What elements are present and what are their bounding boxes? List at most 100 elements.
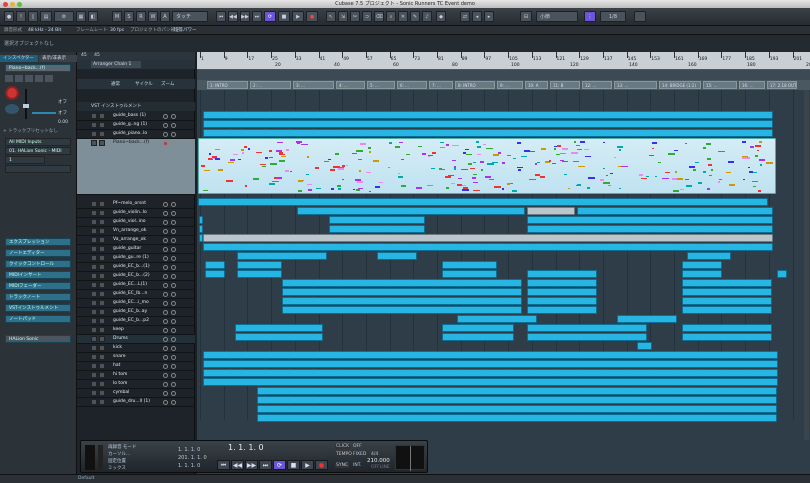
- midi-note[interactable]: [502, 188, 505, 190]
- midi-note[interactable]: [708, 174, 713, 177]
- record-enable-icon[interactable]: [163, 246, 168, 252]
- track-row[interactable]: guide_EC_b...(1): [77, 263, 195, 272]
- event-clip[interactable]: [282, 288, 522, 296]
- midi-note[interactable]: [588, 177, 596, 179]
- midi-note[interactable]: [241, 149, 244, 151]
- monitor-icon[interactable]: [171, 390, 176, 396]
- record-enable-icon[interactable]: [163, 264, 168, 270]
- track-row[interactable]: guide_gu..re (1): [77, 254, 195, 263]
- midi-note[interactable]: [742, 178, 746, 181]
- track-row[interactable]: Piano~back...(f): [77, 139, 195, 195]
- transpose-value[interactable]: オフ: [58, 99, 67, 105]
- track-name[interactable]: keep: [113, 326, 161, 334]
- midi-note[interactable]: [708, 164, 712, 166]
- go-to-start-icon[interactable]: ⏮: [216, 11, 226, 22]
- record-enable-icon[interactable]: [163, 255, 168, 261]
- play-tool-icon[interactable]: ♪: [422, 11, 432, 22]
- midi-note[interactable]: [692, 169, 696, 171]
- record-enable-icon[interactable]: [163, 210, 168, 216]
- track-row[interactable]: guide_EC_b..ay: [77, 308, 195, 317]
- midi-note[interactable]: [351, 152, 358, 155]
- midi-note[interactable]: [297, 180, 303, 183]
- midi-note[interactable]: [756, 149, 760, 152]
- midi-note[interactable]: [484, 176, 491, 178]
- midi-note[interactable]: [529, 150, 536, 153]
- mixer-button[interactable]: ◧: [88, 11, 98, 22]
- arranger-lane[interactable]: [197, 70, 810, 80]
- track-solo-button[interactable]: [99, 201, 105, 207]
- folder-vst-instruments[interactable]: VST インストゥルメント: [77, 102, 195, 111]
- midi-note[interactable]: [518, 169, 521, 171]
- record-enable-icon[interactable]: [163, 300, 168, 306]
- marker[interactable]: 15: ...: [703, 81, 737, 89]
- midi-note[interactable]: [464, 148, 470, 151]
- event-clip[interactable]: [198, 198, 768, 206]
- midi-note[interactable]: [280, 155, 287, 158]
- track-mute-button[interactable]: [91, 273, 97, 279]
- track-name[interactable]: Drums: [113, 335, 161, 343]
- event-clip[interactable]: [457, 315, 537, 323]
- midi-note[interactable]: [272, 180, 279, 183]
- midi-note[interactable]: [457, 184, 462, 186]
- event-clip[interactable]: [527, 297, 597, 305]
- midi-note[interactable]: [671, 178, 677, 180]
- track-solo-button[interactable]: [99, 363, 105, 369]
- section-expression[interactable]: エクスプレッション: [5, 238, 71, 246]
- midi-note[interactable]: [609, 172, 613, 175]
- midi-note[interactable]: [341, 178, 345, 181]
- transport-play-icon[interactable]: ▶: [301, 460, 314, 470]
- midi-note[interactable]: [540, 176, 546, 178]
- pan-slider[interactable]: [32, 112, 56, 114]
- record-enable-icon[interactable]: [163, 309, 168, 315]
- midi-note[interactable]: [551, 162, 556, 165]
- track-name[interactable]: Vn_arrange_ok: [113, 227, 161, 235]
- tempo-value[interactable]: 210.000: [367, 458, 390, 464]
- track-solo-button[interactable]: [99, 381, 105, 387]
- event-clip[interactable]: [203, 129, 773, 137]
- midi-note[interactable]: [477, 146, 482, 148]
- monitor-icon[interactable]: [171, 113, 176, 119]
- midi-note[interactable]: [685, 142, 688, 145]
- midi-note[interactable]: [548, 160, 552, 162]
- midi-note[interactable]: [387, 166, 391, 169]
- event-clip[interactable]: [377, 252, 417, 260]
- midi-note[interactable]: [572, 160, 579, 163]
- midi-note[interactable]: [576, 148, 582, 151]
- midi-note[interactable]: [366, 171, 371, 174]
- midi-note[interactable]: [605, 174, 609, 177]
- track-row[interactable]: Vn_arrange_ok: [77, 227, 195, 236]
- track-solo-button[interactable]: [99, 246, 105, 252]
- midi-note[interactable]: [203, 189, 209, 192]
- midi-note[interactable]: [401, 158, 404, 160]
- event-clip[interactable]: [527, 324, 647, 332]
- midi-note[interactable]: [461, 184, 466, 187]
- track-name[interactable]: Va_arrange_ok: [113, 236, 161, 244]
- track-name[interactable]: guide_viol..ino: [113, 218, 161, 226]
- track-solo-button[interactable]: [99, 255, 105, 261]
- track-row[interactable]: guide_EC...i_mo: [77, 299, 195, 308]
- midi-note[interactable]: [602, 141, 606, 144]
- track-row[interactable]: Va_arrange_ok: [77, 236, 195, 245]
- track-solo-button[interactable]: [99, 345, 105, 351]
- midi-note[interactable]: [458, 177, 462, 180]
- monitor-icon[interactable]: [171, 300, 176, 306]
- midi-note[interactable]: [389, 142, 392, 144]
- midi-note[interactable]: [298, 190, 303, 192]
- midi-note[interactable]: [706, 188, 711, 190]
- midi-note[interactable]: [641, 177, 647, 180]
- object-selection-tool-icon[interactable]: ↖: [326, 11, 336, 22]
- midi-note[interactable]: [277, 177, 283, 179]
- midi-note[interactable]: [279, 153, 285, 156]
- event-clip[interactable]: [257, 405, 777, 413]
- midi-note[interactable]: [315, 167, 319, 169]
- midi-note[interactable]: [575, 184, 579, 187]
- midi-note[interactable]: [742, 141, 747, 143]
- track-solo-button[interactable]: [99, 309, 105, 315]
- monitor-icon[interactable]: [171, 273, 176, 279]
- marker[interactable]: 9: ...: [497, 81, 523, 89]
- inspector-track-name[interactable]: Piano~back...(f): [5, 64, 71, 72]
- midi-note[interactable]: [651, 147, 655, 150]
- midi-note[interactable]: [619, 187, 622, 190]
- pool-button[interactable]: ▦: [76, 11, 86, 22]
- track-mute-button[interactable]: [91, 291, 97, 297]
